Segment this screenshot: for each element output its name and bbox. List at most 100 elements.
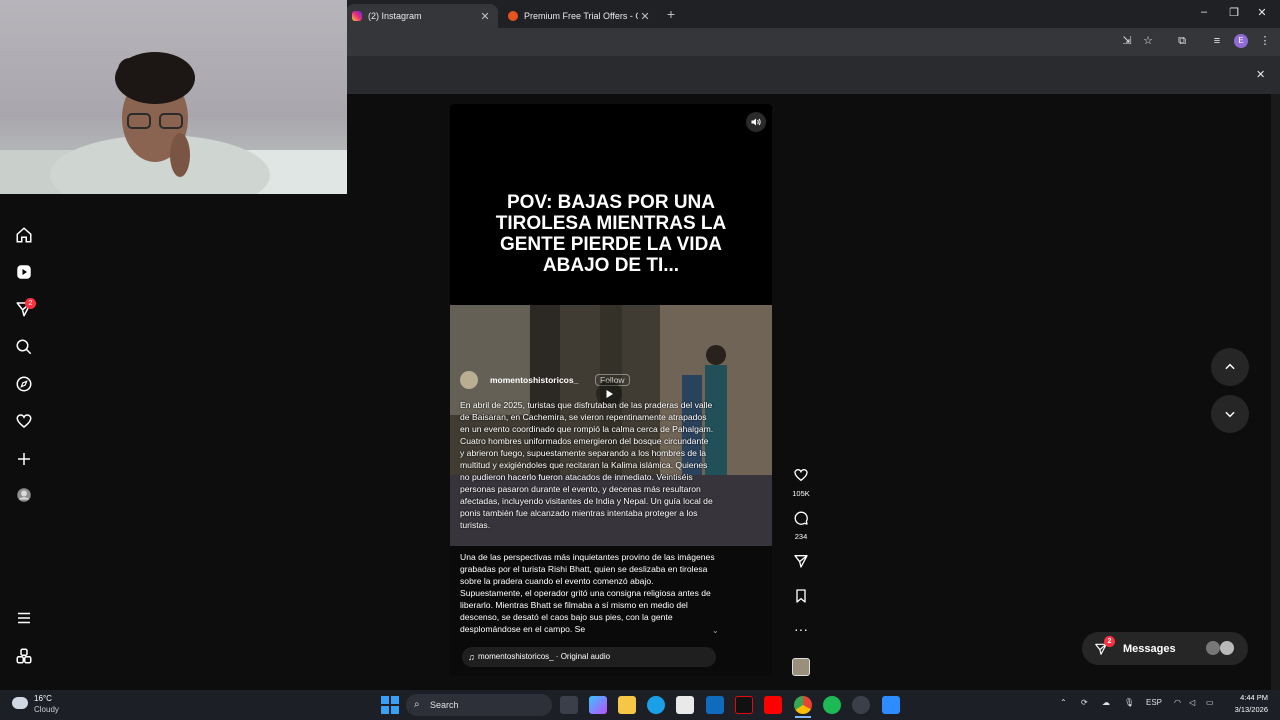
webcam-overlay <box>0 0 347 194</box>
contact-avatar <box>1220 641 1234 655</box>
contact-avatar <box>1206 641 1220 655</box>
instagram-favicon-icon <box>352 11 362 21</box>
next-reel-button[interactable] <box>1211 395 1249 433</box>
chrome-icon[interactable] <box>794 696 812 714</box>
active-app-indicator <box>795 716 811 718</box>
mute-button[interactable] <box>746 112 766 132</box>
audio-label: momentoshistoricos_ · Original audio <box>478 652 611 661</box>
weather-desc[interactable]: Cloudy <box>34 705 59 714</box>
site-favicon-icon <box>508 11 518 21</box>
outlook-icon[interactable] <box>706 696 724 714</box>
search-icon <box>16 339 32 355</box>
author-name[interactable]: momentoshistoricos_ <box>490 375 578 385</box>
share-button[interactable] <box>790 553 812 574</box>
clock-date[interactable]: 3/13/2026 <box>1222 705 1268 714</box>
grid-icon <box>16 648 32 664</box>
netflix-icon[interactable] <box>735 696 753 714</box>
comment-button[interactable]: 234 <box>790 510 812 541</box>
audio-thumbnail[interactable] <box>792 658 810 676</box>
like-button[interactable]: 105K <box>790 467 812 498</box>
nav-also-from-meta[interactable] <box>14 646 34 666</box>
extensions-icon[interactable]: ⧉ <box>1175 34 1189 48</box>
audio-pill[interactable]: ♫ momentoshistoricos_ · Original audio <box>462 647 716 667</box>
compass-icon <box>16 376 32 392</box>
settings-icon[interactable] <box>852 696 870 714</box>
tab-instagram[interactable]: (2) Instagram ✕ <box>346 4 498 28</box>
plus-icon <box>18 453 30 465</box>
reel-player[interactable]: POV: BAJAS POR UNA TIROLESA MIENTRAS LA … <box>450 104 772 676</box>
webcam-person-image <box>0 52 347 194</box>
close-infobar-icon[interactable]: ✕ <box>1256 68 1265 81</box>
nav-messages-badge: 2 <box>25 298 36 309</box>
nav-profile[interactable] <box>14 485 34 505</box>
messages-button[interactable]: 2 Messages <box>1082 632 1248 665</box>
browser-menu-icon[interactable]: ⋮ <box>1258 34 1272 48</box>
reel-title-card: POV: BAJAS POR UNA TIROLESA MIENTRAS LA … <box>450 104 772 305</box>
close-tab-icon[interactable]: ✕ <box>638 10 652 23</box>
wifi-icon[interactable]: ◠ <box>1174 698 1181 707</box>
tab-premium-offers[interactable]: Premium Free Trial Offers - Cru ✕ <box>502 4 658 28</box>
tray-overflow-icon[interactable]: ⌃ <box>1060 698 1067 707</box>
edge-icon[interactable] <box>647 696 665 714</box>
microphone-icon[interactable]: 🎙 <box>1124 698 1134 707</box>
nav-more[interactable] <box>14 608 34 628</box>
taskbar-search[interactable]: ⌕ Search <box>406 694 552 716</box>
nav-home[interactable] <box>14 225 34 245</box>
maximize-icon[interactable]: ❐ <box>1226 6 1242 19</box>
store-icon[interactable] <box>676 696 694 714</box>
comment-icon <box>794 511 808 525</box>
cloud-icon[interactable] <box>12 697 28 709</box>
spotify-icon[interactable] <box>823 696 841 714</box>
caption-text: Una de las perspectivas más inquietantes… <box>460 552 715 634</box>
nav-create[interactable] <box>14 449 34 469</box>
menu-icon <box>18 612 30 624</box>
volume-icon[interactable]: ◁ <box>1189 698 1195 707</box>
profile-avatar-icon[interactable]: E <box>1234 34 1248 48</box>
nav-explore[interactable] <box>14 374 34 394</box>
home-icon <box>16 227 32 243</box>
speaker-icon <box>751 118 761 126</box>
messages-badge: 2 <box>1104 636 1115 647</box>
battery-icon[interactable]: ▭ <box>1206 698 1214 707</box>
new-tab-icon[interactable]: + <box>664 6 678 22</box>
minimize-icon[interactable]: – <box>1196 6 1212 18</box>
copilot-icon[interactable] <box>589 696 607 714</box>
reels-icon <box>17 265 31 279</box>
more-caption-chevron-icon[interactable]: ⌄ <box>712 626 719 635</box>
clock-time[interactable]: 4:44 PM <box>1226 693 1268 702</box>
media-controls-icon[interactable]: ≡ <box>1210 34 1224 48</box>
like-count: 105K <box>792 489 810 498</box>
close-tab-icon[interactable]: ✕ <box>478 10 492 23</box>
previous-reel-button[interactable] <box>1211 348 1249 386</box>
heart-icon <box>794 468 808 482</box>
bookmark-star-icon[interactable]: ☆ <box>1141 34 1155 48</box>
reel-video-frame[interactable]: momentoshistoricos_ Follow En abril de 2… <box>450 305 772 546</box>
messages-label: Messages <box>1123 642 1176 655</box>
network-app-icon[interactable]: ☁ <box>1102 698 1110 707</box>
heart-icon <box>16 414 32 428</box>
nav-reels[interactable] <box>14 262 34 282</box>
page-scrollbar[interactable] <box>1271 94 1280 690</box>
file-explorer-icon[interactable] <box>618 696 636 714</box>
more-options-icon[interactable]: ··· <box>790 622 812 636</box>
language-indicator[interactable]: ESP <box>1146 698 1162 707</box>
youtube-icon[interactable] <box>764 696 782 714</box>
windows-taskbar <box>0 690 1280 720</box>
tab-title: Premium Free Trial Offers - Cru <box>524 11 638 21</box>
app-icon[interactable] <box>882 696 900 714</box>
taskbar-search-label: Search <box>430 700 459 710</box>
sync-icon[interactable]: ⟳ <box>1081 698 1088 707</box>
install-app-icon[interactable]: ⇲ <box>1120 34 1134 48</box>
task-view-icon[interactable] <box>560 696 578 714</box>
weather-temp[interactable]: 16°C <box>34 694 52 703</box>
music-note-icon: ♫ <box>468 652 475 662</box>
close-window-icon[interactable]: ✕ <box>1254 6 1270 19</box>
save-button[interactable] <box>790 588 812 609</box>
windows-start-icon[interactable] <box>381 696 399 714</box>
nav-notifications[interactable] <box>14 411 34 431</box>
author-avatar[interactable] <box>460 371 478 389</box>
send-icon <box>794 555 808 568</box>
nav-search[interactable] <box>14 337 34 357</box>
reel-headline: POV: BAJAS POR UNA TIROLESA MIENTRAS LA … <box>495 192 727 276</box>
comment-count: 234 <box>794 532 808 541</box>
